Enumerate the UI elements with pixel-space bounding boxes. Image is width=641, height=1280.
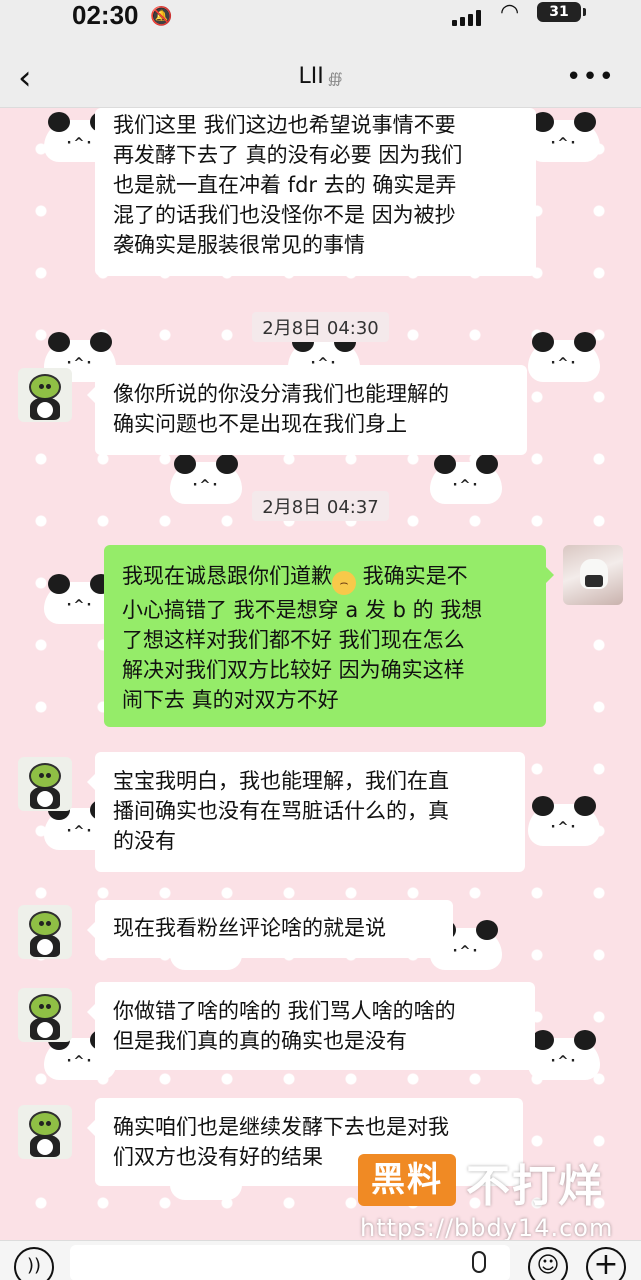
status-bar: 02:30 🔕 ◠ 31	[0, 0, 641, 48]
my-avatar[interactable]	[563, 545, 623, 605]
battery-level: 31	[549, 4, 569, 20]
panda-decoration: ·^·	[528, 1030, 600, 1080]
voice-icon[interactable]: ))	[14, 1247, 54, 1280]
message-line: 确实问题也不是出现在我们身上	[113, 412, 407, 436]
watermark-text: 不打烊	[466, 1161, 604, 1212]
message-line: 我们这里 我们这边也希望说事情不要	[113, 113, 456, 137]
timestamp-text: 2月8日 04:37	[252, 491, 389, 521]
message-line: 袭确实是服装很常见的事情	[113, 233, 365, 257]
panda-decoration: ·^·	[528, 332, 600, 382]
watermark-url: https://bbdy14.com	[360, 1214, 614, 1242]
timestamp-text: 2月8日 04:30	[252, 312, 389, 342]
emoji-icon[interactable]: ☺	[528, 1247, 568, 1280]
message-line: 小心搞错了 我不是想穿 a 发 b 的 我想	[122, 598, 483, 622]
contact-avatar[interactable]	[18, 757, 72, 811]
message-line: 我现在诚恳跟你们道歉 ⌢ 我确实是不	[122, 561, 528, 595]
message-line: 闹下去 真的对双方不好	[122, 688, 339, 712]
battery-icon: 31	[537, 2, 586, 22]
message-line: 像你所说的你没分清我们也能理解的	[113, 382, 449, 406]
message-line: 了想这样对我们都不好 我们现在怎么	[122, 628, 465, 652]
contact-avatar[interactable]	[18, 988, 72, 1042]
message-line: 解决对我们双方比较好 因为确实这样	[122, 658, 465, 682]
microphone-icon[interactable]	[472, 1251, 486, 1273]
message-line: 但是我们真的真的确实也是没有	[113, 1029, 407, 1053]
worried-face-emoji: ⌢	[332, 571, 356, 595]
message-line: 也是就一直在冲着 fdr 去的 确实是弄	[113, 173, 457, 197]
panda-decoration: ·^·	[528, 112, 600, 162]
message-text: 我确实是不	[356, 564, 468, 588]
plus-icon[interactable]: +	[586, 1247, 626, 1280]
more-dots-icon[interactable]: •••	[566, 62, 615, 92]
message-line: 宝宝我明白，我也能理解，我们在直	[113, 769, 449, 793]
message-line: 再发酵下去了 真的没有必要 因为我们	[113, 143, 463, 167]
message-input[interactable]	[70, 1245, 510, 1280]
message-bubble-received[interactable]: 现在我看粉丝评论啥的就是说	[87, 900, 453, 958]
chat-title: LII ∰	[0, 64, 641, 89]
signal-icon	[452, 10, 481, 26]
contact-avatar[interactable]	[18, 1105, 72, 1159]
message-bubble-received[interactable]: 你做错了啥的啥的 我们骂人啥的啥的 但是我们真的真的确实也是没有	[87, 982, 535, 1070]
message-text: 我现在诚恳跟你们道歉	[122, 564, 332, 588]
chat-title-text: LII	[298, 64, 324, 89]
status-time: 02:30	[72, 0, 139, 30]
watermark-badge: 黑料	[358, 1154, 456, 1206]
wifi-icon: ◠	[500, 0, 520, 25]
panda-decoration: ·^·	[528, 796, 600, 846]
message-bubble-received[interactable]: 宝宝我明白，我也能理解，我们在直 播间确实也没有在骂脏话什么的，真 的没有	[87, 752, 525, 872]
message-line: 现在我看粉丝评论啥的就是说	[113, 916, 386, 940]
contact-avatar[interactable]	[18, 905, 72, 959]
message-bubble-received[interactable]: 我们这里 我们这边也希望说事情不要 再发酵下去了 真的没有必要 因为我们 也是就…	[87, 108, 536, 276]
message-bubble-sent[interactable]: 我现在诚恳跟你们道歉 ⌢ 我确实是不 小心搞错了 我不是想穿 a 发 b 的 我想…	[104, 545, 554, 727]
ear-icon: ∰	[327, 71, 343, 87]
bell-slash-icon: 🔕	[150, 6, 173, 27]
message-line: 播间确实也没有在骂脏话什么的，真	[113, 799, 449, 823]
message-line: 混了的话我们也没怪你不是 因为被抄	[113, 203, 456, 227]
message-line: 的没有	[113, 829, 176, 853]
message-line: 你做错了啥的啥的 我们骂人啥的啥的	[113, 999, 456, 1023]
message-timestamp: 2月8日 04:37	[0, 491, 641, 521]
contact-avatar[interactable]	[18, 368, 72, 422]
message-line: 确实咱们也是继续发酵下去也是对我	[113, 1115, 449, 1139]
chat-header: ‹ LII ∰ •••	[0, 48, 641, 108]
chat-input-bar: )) ☺ +	[0, 1240, 641, 1280]
watermark: 黑料 不打烊 https://bbdy14.com	[358, 1150, 638, 1246]
message-timestamp: 2月8日 04:30	[0, 312, 641, 342]
message-bubble-received[interactable]: 像你所说的你没分清我们也能理解的 确实问题也不是出现在我们身上	[87, 365, 527, 455]
